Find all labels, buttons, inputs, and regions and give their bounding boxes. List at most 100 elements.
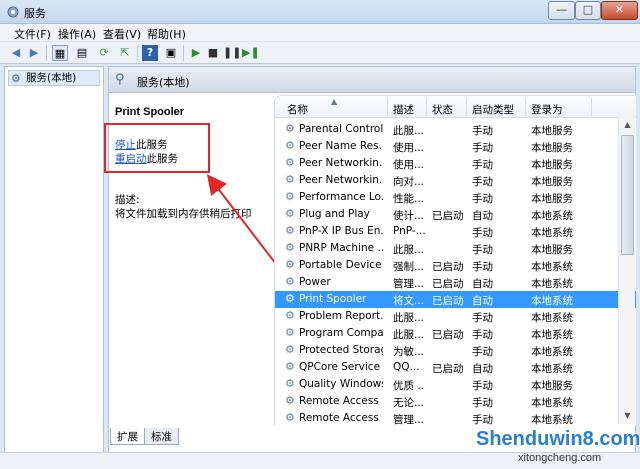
column-divider [387,98,388,116]
service-name: PNRP Machine ... [299,242,383,254]
tab-extended[interactable]: 扩展 [110,428,145,445]
service-gear-icon: ⚙ [285,258,295,271]
refresh-icon[interactable]: ⟳ [96,45,112,61]
table-row[interactable]: ⚙ PNRP Machine ... 此服... 手动 本地服务 [275,240,636,257]
service-name: Quality Windows... [299,378,383,390]
tab-standard[interactable]: 标准 [144,428,179,445]
tree-item-label: 服务(本地) [26,72,77,84]
table-row[interactable]: ⚙ Quality Windows... 优质 ... 手动 本地服务 [275,376,636,393]
table-row-selected[interactable]: ⚙ Print Spooler 将文... 已启动 自动 本地系统 [275,291,636,308]
table-row[interactable]: ⚙ Peer Name Res... 使用... 手动 本地服务 [275,138,636,155]
panel-title: 服务(本地) [137,76,190,89]
service-description: 此服... [393,244,425,256]
service-gear-icon: ⚙ [285,156,295,169]
table-row[interactable]: ⚙ Program Compa... 此服... 已启动手动 本地系统 [275,325,636,342]
menu-view[interactable]: 查看(V) [103,26,141,42]
service-name: Portable Device ... [299,259,383,271]
table-row[interactable]: ⚙ PnP-X IP Bus En... PnP-... 手动 本地系统 [275,223,636,240]
column-header-desc[interactable]: 描述 [393,102,414,117]
service-startup-type: 自动 [472,295,493,307]
scroll-down-icon[interactable]: ▼ [619,408,636,424]
service-startup-type: 手动 [472,380,493,392]
list-header: ▲ 名称 描述 状态 启动类型 登录为 [275,96,636,118]
service-login-as: 本地系统 [531,397,573,409]
table-row[interactable]: ⚙ Parental Controls 此服... 手动 本地服务 [275,121,636,138]
service-gear-icon: ⚙ [285,241,295,254]
maximize-button[interactable]: □ [575,1,601,20]
table-row[interactable]: ⚙ Peer Networkin... 使用... 手动 本地服务 [275,155,636,172]
service-gear-icon: ⚙ [285,173,295,186]
service-description: QQ... [393,361,420,373]
service-login-as: 本地服务 [531,176,573,188]
view-tabs: 扩展 标准 [108,428,636,448]
help-icon[interactable]: ? [142,45,158,61]
service-login-as: 本地系统 [531,414,573,425]
service-login-as: 本地服务 [531,159,573,171]
menu-action[interactable]: 操作(A) [58,26,96,42]
service-gear-icon: ⚙ [285,360,295,373]
service-gear-icon: ⚙ [285,207,295,220]
service-name: Problem Report... [299,310,383,322]
table-row[interactable]: ⚙ Remote Access ... 无论... 手动 本地系统 [275,393,636,410]
back-icon[interactable]: ◀ [8,45,24,61]
tree-item-services-local[interactable]: ⚙ 服务(本地) [8,70,100,86]
service-description: 向对... [393,176,425,188]
forward-icon[interactable]: ▶ [26,45,42,61]
table-row[interactable]: ⚙ Problem Report... 此服... 手动 本地系统 [275,308,636,325]
show-tree-icon[interactable]: ▦ [52,45,68,61]
play-icon[interactable]: ▶ [188,45,204,61]
column-header-name[interactable]: 名称 [287,102,308,117]
pause-icon[interactable]: ❚❚ [223,45,241,61]
service-name: Peer Networkin... [299,157,383,169]
service-description: 为敏... [393,346,425,358]
menu-file[interactable]: 文件(F) [14,26,51,42]
minimize-button[interactable]: — [548,1,575,20]
column-header-startup[interactable]: 启动类型 [472,102,514,117]
service-startup-type: 手动 [472,142,493,154]
table-row[interactable]: ⚙ Protected Storage 为敏... 手动 本地系统 [275,342,636,359]
table-row[interactable]: ⚙ Plug and Play 使计... 已启动 自动 本地系统 [275,206,636,223]
properties-icon[interactable]: ▤ [74,45,90,61]
stop-icon[interactable]: ■ [205,45,221,61]
service-description: PnP-... [393,225,425,237]
close-button[interactable]: ✕ [601,1,638,20]
vertical-scrollbar[interactable]: ▲ ▼ [618,117,635,424]
service-gear-icon: ⚙ [285,190,295,203]
service-description: 管理... [393,414,425,425]
service-name: Peer Name Res... [299,140,383,152]
export-icon[interactable]: ⇱ [117,45,133,61]
window-title: 服务 [24,7,46,20]
column-header-status[interactable]: 状态 [432,102,453,117]
service-login-as: 本地服务 [531,244,573,256]
service-startup-type: 手动 [472,244,493,256]
services-app-icon [7,6,19,18]
table-row[interactable]: ⚙ Peer Networkin... 向对... 手动 本地服务 [275,172,636,189]
sort-ascending-icon: ▲ [331,97,338,106]
table-row[interactable]: ⚙ Power 管理... 已启动 自动 本地系统 [275,274,636,291]
service-gear-icon: ⚙ [285,377,295,390]
column-divider [426,98,427,116]
annotation-highlight-box [104,123,210,173]
table-row[interactable]: ⚙ Portable Device ... 强制... 已启动手动 本地系统 [275,257,636,274]
scroll-up-icon[interactable]: ▲ [619,117,636,133]
services-list: ▲ 名称 描述 状态 启动类型 登录为 ⚙ Parental Controls 此服… [274,95,636,425]
service-name: Plug and Play [299,208,370,220]
column-header-login[interactable]: 登录为 [531,102,563,117]
service-name: Peer Networkin... [299,174,383,186]
scrollbar-thumb[interactable] [621,135,634,255]
table-row[interactable]: ⚙ Performance Lo... 性能... 手动 本地服务 [275,189,636,206]
console-icon[interactable]: ▣ [163,45,179,61]
service-description: 将文... [393,295,425,307]
menu-help[interactable]: 帮助(H) [147,26,186,42]
service-login-as: 本地系统 [531,295,573,307]
service-status: 已启动 [432,261,464,273]
service-name: Power [299,276,331,288]
restart-icon[interactable]: ▶❚ [242,45,260,61]
description-text: 将文件加载到内存供稍后打印 [115,208,252,220]
service-description: 优质 ... [393,380,425,392]
service-login-as: 本地服务 [531,142,573,154]
table-row[interactable]: ⚙ QPCore Service QQ... 已启动 自动 本地系统 [275,359,636,376]
service-description: 此服... [393,125,425,137]
table-row[interactable]: ⚙ Remote Access ... 管理... 手动 本地系统 [275,410,636,425]
service-startup-type: 自动 [472,210,493,222]
